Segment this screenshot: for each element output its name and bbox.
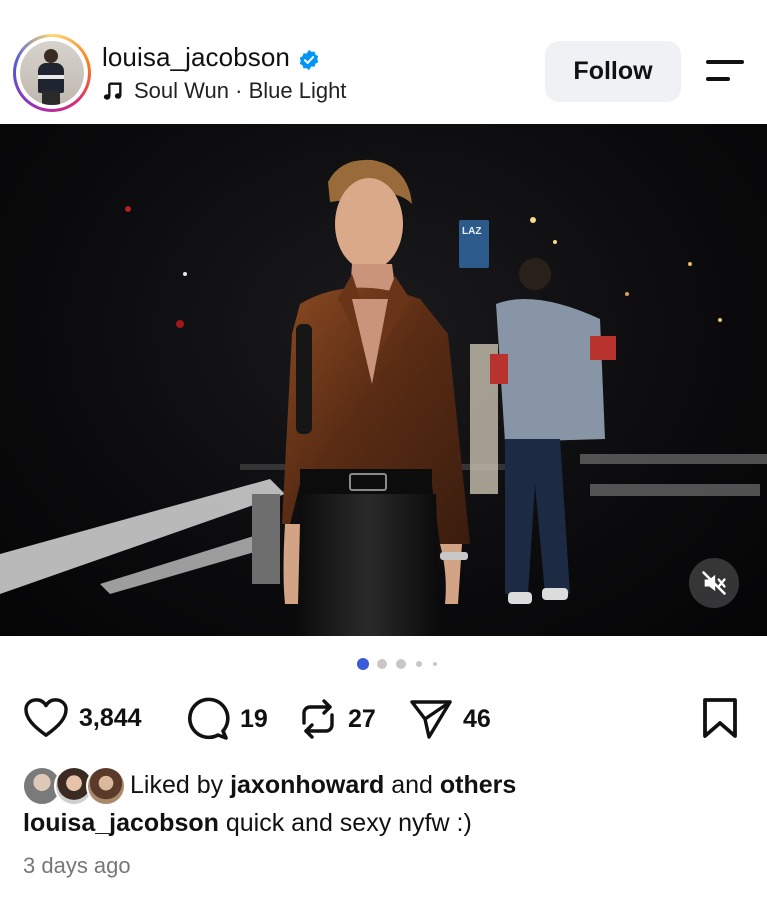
share-action[interactable]: 46 bbox=[409, 697, 491, 741]
heart-icon bbox=[24, 698, 68, 737]
menu-icon[interactable] bbox=[700, 56, 748, 88]
reposts-count: 27 bbox=[348, 704, 376, 733]
comment-action[interactable]: 19 bbox=[186, 697, 268, 741]
carousel-dot-active bbox=[357, 658, 369, 670]
verified-badge-icon bbox=[298, 47, 320, 70]
liked-by-connector: and bbox=[391, 770, 433, 799]
speaker-muted-icon bbox=[702, 571, 726, 595]
avatar-image bbox=[20, 41, 84, 105]
music-artist: Blue Light bbox=[248, 78, 347, 103]
carousel-dot bbox=[433, 662, 437, 666]
repost-action[interactable]: 27 bbox=[298, 697, 376, 741]
liked-by-user-link[interactable]: jaxonhoward bbox=[230, 771, 384, 799]
post-timestamp: 3 days ago bbox=[23, 853, 131, 878]
likes-count: 3,844 bbox=[79, 703, 142, 732]
shares-count: 46 bbox=[463, 704, 491, 733]
menu-icon-line-top bbox=[706, 60, 744, 64]
carousel-dot bbox=[416, 661, 422, 667]
caption-text: quick and sexy nyfw :) bbox=[225, 809, 472, 837]
liked-by-others-link[interactable]: others bbox=[440, 771, 516, 799]
avatar-figure-legs bbox=[42, 91, 60, 105]
music-song: Soul Wun bbox=[134, 78, 229, 103]
music-note-icon bbox=[102, 80, 124, 102]
carousel-dot bbox=[377, 659, 387, 669]
music-row[interactable]: Soul Wun · Blue Light bbox=[102, 78, 346, 104]
liker-avatar bbox=[86, 766, 126, 806]
username-link[interactable]: louisa_jacobson bbox=[102, 42, 290, 73]
comment-icon bbox=[188, 697, 230, 740]
send-icon bbox=[410, 700, 452, 739]
liked-by-row[interactable]: Liked by jaxonhoward and others bbox=[22, 764, 516, 806]
profile-avatar[interactable] bbox=[13, 34, 91, 112]
post-media[interactable]: LAZ bbox=[0, 124, 767, 636]
liked-by-prefix: Liked by bbox=[130, 770, 224, 799]
street-sign-text: LAZ bbox=[462, 226, 481, 237]
caption-username-link[interactable]: louisa_jacobson bbox=[23, 809, 219, 837]
avatar-figure-head bbox=[44, 49, 58, 63]
action-bar: 3,844 19 27 46 bbox=[0, 690, 767, 750]
avatar-figure-stripe bbox=[38, 75, 64, 79]
music-separator: · bbox=[235, 78, 243, 103]
like-action[interactable]: 3,844 bbox=[23, 697, 142, 739]
follow-button[interactable]: Follow bbox=[545, 41, 681, 102]
bookmark-icon[interactable] bbox=[698, 696, 742, 740]
avatar-ring-gap bbox=[16, 37, 88, 109]
liked-by-avatars bbox=[22, 765, 126, 806]
username-row: louisa_jacobson bbox=[102, 42, 320, 73]
carousel-indicator bbox=[355, 657, 455, 671]
menu-icon-line-bottom bbox=[706, 77, 730, 81]
carousel-dot bbox=[396, 659, 406, 669]
comments-count: 19 bbox=[240, 704, 268, 733]
caption: louisa_jacobson quick and sexy nyfw :) bbox=[23, 809, 472, 838]
mute-button[interactable] bbox=[689, 558, 739, 608]
post-header: louisa_jacobson Soul Wun · Blue Light Fo… bbox=[0, 0, 767, 124]
repost-icon bbox=[302, 699, 334, 739]
post-photo: LAZ bbox=[0, 159, 767, 636]
